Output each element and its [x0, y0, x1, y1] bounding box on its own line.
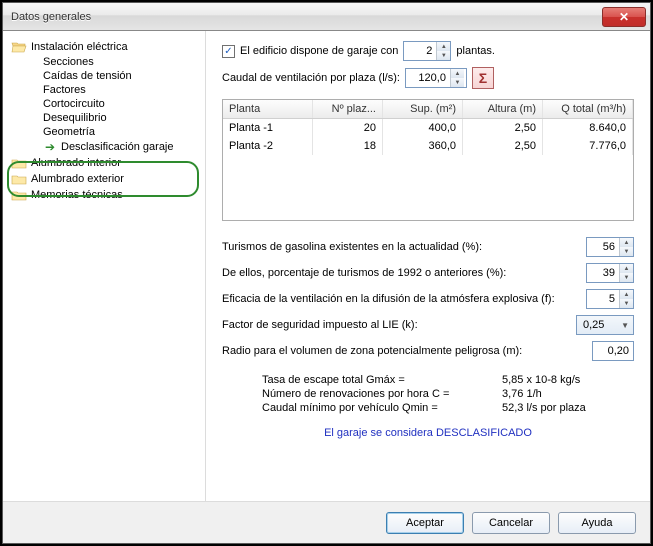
tree-label: Desequilibrio [43, 112, 107, 124]
window-title: Datos generales [11, 11, 602, 23]
tree-node-geometria[interactable]: Geometría [7, 125, 201, 139]
tree-label: Instalación eléctrica [31, 41, 128, 53]
deellos-input[interactable] [587, 264, 619, 282]
tree-node-desequilibrio[interactable]: Desequilibrio [7, 111, 201, 125]
tree-node-factores[interactable]: Factores [7, 83, 201, 97]
nav-tree[interactable]: Instalación eléctrica Secciones Caídas d… [3, 31, 206, 501]
folder-icon [11, 188, 27, 202]
tree-label: Caídas de tensión [43, 70, 132, 82]
tree-node-cortocircuito[interactable]: Cortocircuito [7, 97, 201, 111]
tree-label: Alumbrado interior [31, 157, 121, 169]
sigma-icon: Σ [479, 70, 487, 86]
factork-select[interactable]: 0,25 ▼ [576, 315, 634, 335]
tree-label: Alumbrado exterior [31, 173, 124, 185]
caudal-spinner[interactable]: ▲▼ [405, 68, 467, 88]
results-block: Tasa de escape total Gmáx =5,85 x 10-8 k… [222, 373, 634, 415]
table-row[interactable]: Planta -1 20 400,0 2,50 8.640,0 [223, 119, 633, 137]
folder-open-icon [11, 40, 27, 54]
garage-check-row: ✓ El edificio dispone de garaje con ▲▼ p… [222, 41, 634, 61]
turismos-spinner[interactable]: ▲▼ [586, 237, 634, 257]
spin-down-icon[interactable]: ▼ [620, 299, 633, 308]
button-bar: Aceptar Cancelar Ayuda [3, 501, 650, 543]
tree-node-memorias[interactable]: Memorias técnicas [7, 187, 201, 203]
tree-node-secciones[interactable]: Secciones [7, 55, 201, 69]
spin-down-icon[interactable]: ▼ [437, 51, 450, 60]
spin-up-icon[interactable]: ▲ [437, 42, 450, 51]
turismos-row: Turismos de gasolina existentes en la ac… [222, 237, 634, 257]
deellos-row: De ellos, porcentaje de turismos de 1992… [222, 263, 634, 283]
tree-node-alumbrado-exterior[interactable]: Alumbrado exterior [7, 171, 201, 187]
th-qtotal[interactable]: Q total (m³/h) [543, 100, 633, 118]
caudal-input[interactable] [406, 69, 450, 87]
th-altura[interactable]: Altura (m) [463, 100, 543, 118]
spin-down-icon[interactable]: ▼ [620, 273, 633, 282]
tree-label: Desclasificación garaje [61, 141, 174, 153]
chevron-down-icon: ▼ [621, 321, 629, 330]
arrow-right-icon: ➔ [43, 140, 57, 154]
help-button[interactable]: Ayuda [558, 512, 636, 534]
eficacia-label: Eficacia de la ventilación en la difusió… [222, 293, 580, 305]
turismos-label: Turismos de gasolina existentes en la ac… [222, 241, 580, 253]
eficacia-input[interactable] [587, 290, 619, 308]
spin-down-icon[interactable]: ▼ [620, 247, 633, 256]
radio-label: Radio para el volumen de zona potencialm… [222, 345, 586, 357]
dialog-window: Datos generales ✕ Instalación eléctrica … [2, 2, 651, 544]
tree-label: Memorias técnicas [31, 189, 123, 201]
folder-icon [11, 172, 27, 186]
th-planta[interactable]: Planta [223, 100, 313, 118]
plantas-suffix: plantas. [456, 45, 495, 57]
result-label: Caudal mínimo por vehículo Qmin = [262, 402, 502, 414]
deellos-label: De ellos, porcentaje de turismos de 1992… [222, 267, 580, 279]
spin-up-icon[interactable]: ▲ [620, 238, 633, 247]
eficacia-row: Eficacia de la ventilación en la difusió… [222, 289, 634, 309]
tree-label: Geometría [43, 126, 95, 138]
folder-icon [11, 156, 27, 170]
spin-down-icon[interactable]: ▼ [451, 78, 464, 87]
tree-node-instalacion[interactable]: Instalación eléctrica [7, 39, 201, 55]
status-text: El garaje se considera DESCLASIFICADO [222, 421, 634, 439]
deellos-spinner[interactable]: ▲▼ [586, 263, 634, 283]
tree-node-caidas[interactable]: Caídas de tensión [7, 69, 201, 83]
result-value: 52,3 l/s por plaza [502, 402, 622, 414]
tree-label: Factores [43, 84, 86, 96]
eficacia-spinner[interactable]: ▲▼ [586, 289, 634, 309]
spin-up-icon[interactable]: ▲ [620, 264, 633, 273]
form-panel: ✓ El edificio dispone de garaje con ▲▼ p… [206, 31, 650, 501]
tree-label: Secciones [43, 56, 94, 68]
ok-button[interactable]: Aceptar [386, 512, 464, 534]
result-label: Tasa de escape total Gmáx = [262, 374, 502, 386]
garage-checkbox[interactable]: ✓ [222, 45, 235, 58]
caudal-row: Caudal de ventilación por plaza (l/s): ▲… [222, 67, 634, 89]
th-sup[interactable]: Sup. (m²) [383, 100, 463, 118]
result-label: Número de renovaciones por hora C = [262, 388, 502, 400]
spin-up-icon[interactable]: ▲ [451, 69, 464, 78]
result-value: 5,85 x 10-8 kg/s [502, 374, 622, 386]
table-header: Planta Nº plaz... Sup. (m²) Altura (m) Q… [223, 100, 633, 119]
plantas-input[interactable] [404, 42, 436, 60]
radio-input[interactable] [592, 341, 634, 361]
caudal-label: Caudal de ventilación por plaza (l/s): [222, 72, 400, 84]
plantas-table[interactable]: Planta Nº plaz... Sup. (m²) Altura (m) Q… [222, 99, 634, 221]
radio-row: Radio para el volumen de zona potencialm… [222, 341, 634, 361]
th-plazas[interactable]: Nº plaz... [313, 100, 383, 118]
content-area: Instalación eléctrica Secciones Caídas d… [3, 31, 650, 501]
close-button[interactable]: ✕ [602, 7, 646, 27]
tree-node-alumbrado-interior[interactable]: Alumbrado interior [7, 155, 201, 171]
tree-label: Cortocircuito [43, 98, 105, 110]
close-icon: ✕ [619, 10, 629, 24]
sigma-button[interactable]: Σ [472, 67, 494, 89]
turismos-input[interactable] [587, 238, 619, 256]
factork-value: 0,25 [583, 319, 604, 331]
factork-row: Factor de seguridad impuesto al LIE (k):… [222, 315, 634, 335]
tree-node-desclasificacion[interactable]: ➔ Desclasificación garaje [7, 139, 201, 155]
result-value: 3,76 1/h [502, 388, 622, 400]
spin-up-icon[interactable]: ▲ [620, 290, 633, 299]
factork-label: Factor de seguridad impuesto al LIE (k): [222, 319, 570, 331]
titlebar: Datos generales ✕ [3, 3, 650, 31]
plantas-spinner[interactable]: ▲▼ [403, 41, 451, 61]
table-row[interactable]: Planta -2 18 360,0 2,50 7.776,0 [223, 137, 633, 155]
cancel-button[interactable]: Cancelar [472, 512, 550, 534]
garage-check-label: El edificio dispone de garaje con [240, 45, 398, 57]
